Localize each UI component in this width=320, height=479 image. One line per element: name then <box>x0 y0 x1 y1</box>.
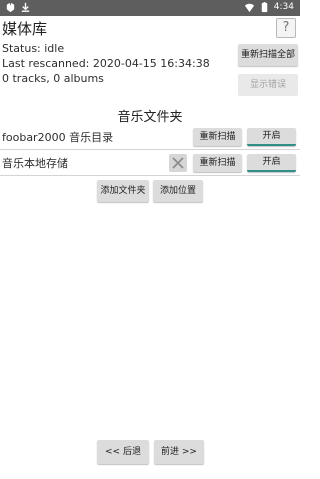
help-button[interactable]: ? <box>276 18 296 38</box>
rescan-folder-button[interactable]: 重新扫描 <box>193 128 242 146</box>
close-icon <box>172 157 184 169</box>
battery-icon <box>261 2 268 13</box>
folder-toggle[interactable]: 开启 <box>247 128 296 146</box>
music-folders-title: 音乐文件夹 <box>117 110 183 125</box>
row-divider <box>0 149 300 150</box>
row-divider <box>0 175 300 176</box>
folder-label: 音乐本地存储 <box>2 157 68 170</box>
folder-toggle[interactable]: 开启 <box>247 154 296 172</box>
page-title: 媒体库 <box>2 20 48 38</box>
forward-button[interactable]: 前进 >> <box>154 440 204 464</box>
last-rescanned-text: Last rescanned: 2020-04-15 16:34:38 <box>2 57 210 70</box>
rescan-all-button[interactable]: 重新扫描全部 <box>238 44 298 66</box>
folder-label: foobar2000 音乐目录 <box>2 131 114 144</box>
download-icon <box>21 2 30 12</box>
status-time: 4:34 <box>273 2 294 12</box>
show-errors-button[interactable]: 显示错误 <box>238 74 298 96</box>
back-button[interactable]: << 后退 <box>97 440 149 464</box>
folder-row: 音乐本地存储 重新扫描 开启 <box>0 151 300 175</box>
wifi-icon <box>244 3 254 13</box>
remove-folder-button[interactable] <box>169 154 187 172</box>
add-location-button[interactable]: 添加位置 <box>153 180 203 202</box>
add-folder-button[interactable]: 添加文件夹 <box>97 180 149 202</box>
status-bar: 4:34 <box>0 0 300 16</box>
rescan-folder-button[interactable]: 重新扫描 <box>193 154 242 172</box>
status-text: Status: idle <box>2 42 65 55</box>
folder-row: foobar2000 音乐目录 重新扫描 开启 <box>0 125 300 149</box>
library-counts: 0 tracks, 0 albums <box>2 72 104 85</box>
app-icon <box>6 2 15 13</box>
